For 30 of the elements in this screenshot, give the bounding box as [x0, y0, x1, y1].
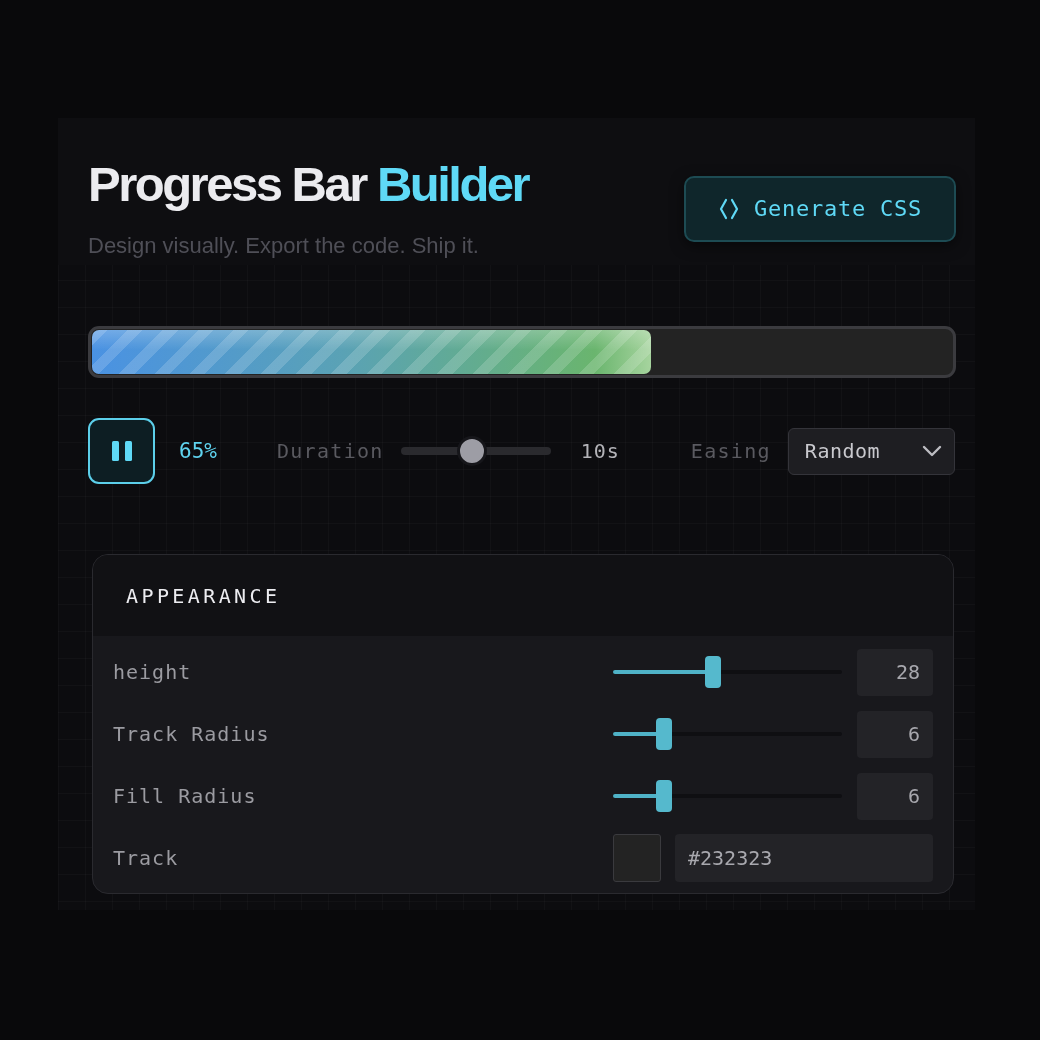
color-swatch[interactable] [613, 834, 661, 882]
value-field[interactable]: 6 [857, 772, 933, 820]
slider-thumb[interactable] [655, 780, 672, 812]
duration-value: 10s [580, 439, 620, 463]
easing-label: Easing [690, 439, 771, 463]
section-title: APPEARANCE [126, 583, 281, 608]
pause-button[interactable] [88, 418, 155, 484]
setting-label: height [113, 660, 193, 684]
hex-field[interactable]: #232323 [675, 834, 933, 882]
code-icon [718, 197, 740, 221]
setting-slider[interactable] [613, 780, 842, 812]
slider-thumb[interactable] [655, 718, 672, 750]
setting-slider[interactable] [613, 656, 842, 688]
progress-percent: 65% [179, 439, 217, 463]
pause-icon [111, 441, 132, 461]
easing-dropdown[interactable]: Random [787, 427, 955, 475]
duration-slider[interactable] [400, 436, 551, 466]
setting-label: Track [113, 846, 180, 870]
setting-label: Track Radius [113, 722, 271, 746]
slider-thumb[interactable] [457, 436, 488, 466]
duration-label: Duration [276, 439, 384, 463]
value-field[interactable]: 28 [857, 648, 933, 696]
value-field[interactable]: 6 [857, 710, 933, 758]
slider-thumb[interactable] [704, 656, 721, 688]
setting-slider[interactable] [613, 718, 842, 750]
setting-label: Fill Radius [113, 784, 258, 808]
page-title: Progress Bar Builder [88, 158, 529, 210]
page-subtitle: Design visually. Export the code. Ship it. [88, 232, 480, 260]
generate-css-button[interactable]: Generate CSS [684, 176, 956, 242]
chevron-down-icon [921, 445, 942, 457]
